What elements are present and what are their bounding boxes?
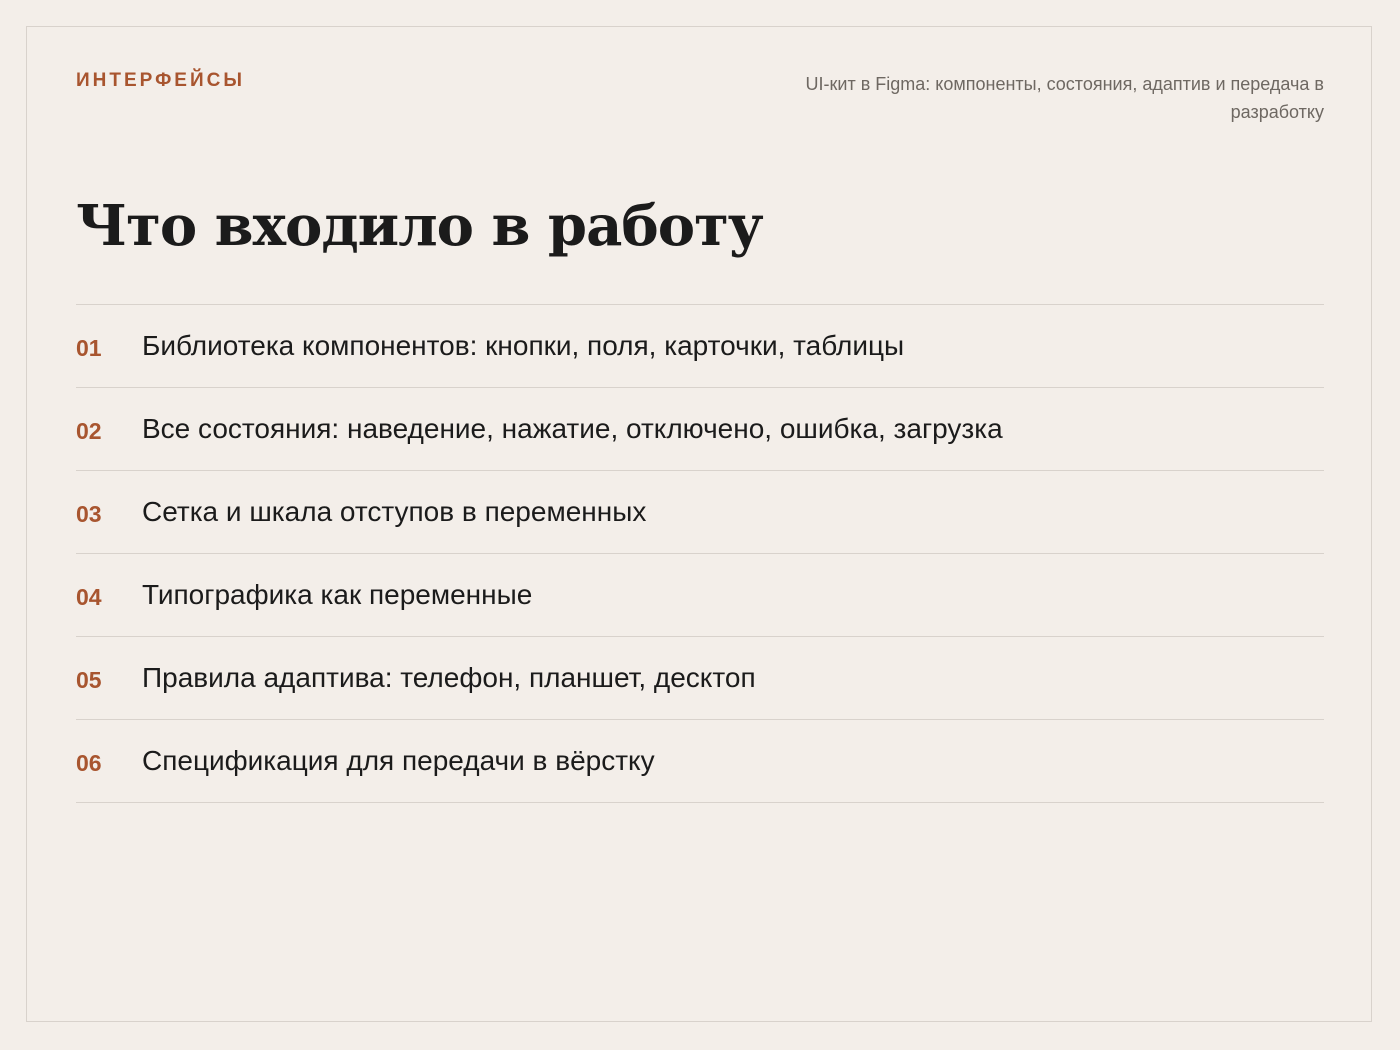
item-number: 05 xyxy=(76,666,102,693)
list-item: 06 Спецификация для передачи в вёрстку xyxy=(76,720,1324,803)
list-item: 02 Все состояния: наведение, нажатие, от… xyxy=(76,388,1324,471)
item-number: 01 xyxy=(76,334,102,361)
item-text: Типографика как переменные xyxy=(142,579,533,610)
item-text: Правила адаптива: телефон, планшет, деск… xyxy=(142,662,756,693)
item-number: 02 xyxy=(76,417,102,444)
item-number: 04 xyxy=(76,583,102,610)
list-item: 03 Сетка и шкала отступов в переменных xyxy=(76,471,1324,554)
list-item: 05 Правила адаптива: телефон, планшет, д… xyxy=(76,637,1324,720)
item-number: 03 xyxy=(76,500,102,527)
item-text: Библиотека компонентов: кнопки, поля, ка… xyxy=(142,330,905,361)
item-text: Спецификация для передачи в вёрстку xyxy=(142,745,655,776)
section-subtitle: UI-кит в Figma: компоненты, состояния, а… xyxy=(805,74,1324,122)
list-item: 04 Типографика как переменные xyxy=(76,554,1324,637)
work-list: 01 Библиотека компонентов: кнопки, поля,… xyxy=(76,304,1324,803)
section-eyebrow: ИНТЕРФЕЙСЫ xyxy=(76,70,245,91)
page-title: Что входило в работу xyxy=(76,193,764,259)
item-number: 06 xyxy=(76,749,102,776)
item-text: Сетка и шкала отступов в переменных xyxy=(142,496,647,527)
list-item: 01 Библиотека компонентов: кнопки, поля,… xyxy=(76,305,1324,388)
item-text: Все состояния: наведение, нажатие, отклю… xyxy=(142,413,1003,444)
